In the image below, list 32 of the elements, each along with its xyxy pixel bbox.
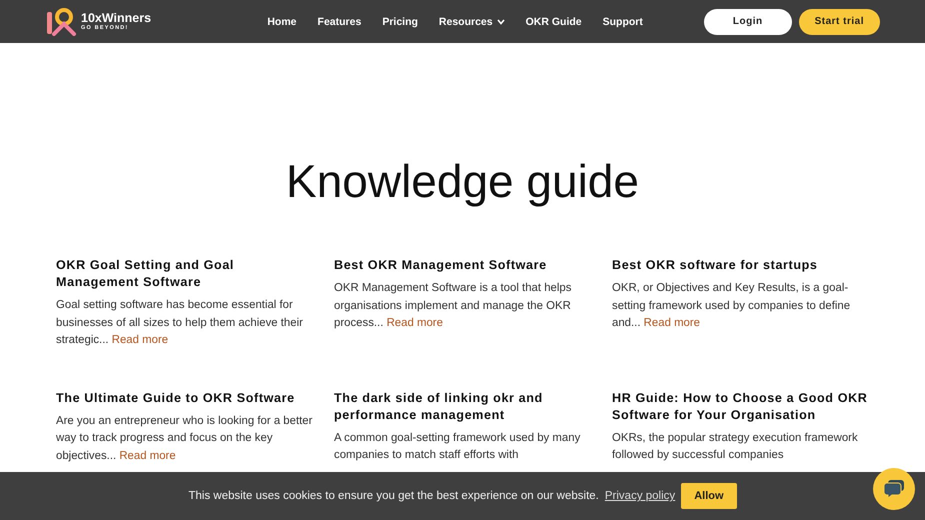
cookie-message: This website uses cookies to ensure you get the best experience on our website. xyxy=(188,490,599,502)
logo-icon xyxy=(45,8,77,36)
article-title[interactable]: The dark side of linking okr and performance management xyxy=(334,390,594,424)
read-more-link[interactable]: Read more xyxy=(386,317,443,329)
article-excerpt: A common goal-setting framework used by many companies to match staff efforts with xyxy=(334,430,582,463)
start-trial-button[interactable]: Start trial xyxy=(798,8,880,34)
article-excerpt: OKR Management Software is a tool that helps organisations implement and manage the OKR process... Read more xyxy=(334,281,572,331)
nav-link[interactable]: Features xyxy=(318,16,362,28)
nav-link[interactable]: OKR Guide xyxy=(526,16,582,28)
page-title: Knowledge guide xyxy=(285,154,640,209)
read-more-link[interactable]: Read more xyxy=(112,334,168,346)
read-more-link[interactable]: Read more xyxy=(644,317,700,329)
article-excerpt: Goal setting software has become essential for businesses of all sizes to help them achieve their strategic... Read more xyxy=(56,298,304,348)
chevron-down-icon xyxy=(496,18,505,24)
article-title[interactable]: The Ultimate Guide to OKR Software xyxy=(56,390,316,406)
login-button[interactable]: Login xyxy=(704,8,792,34)
nav-link[interactable]: Home xyxy=(267,16,297,28)
article-excerpt: Are you an entrepreneur who is looking for a better way to track progress and focus on the key objectives... Read more xyxy=(56,414,314,464)
read-more-link[interactable]: Read more xyxy=(119,450,176,462)
privacy-policy-link[interactable]: Privacy policy xyxy=(604,490,676,502)
nav-link[interactable]: Resources xyxy=(438,16,505,28)
article-excerpt: OKRs, the popular strategy execution framework followed by successful companies xyxy=(612,430,859,463)
chat-icon xyxy=(883,479,905,499)
nav-link[interactable]: Support xyxy=(602,16,643,28)
article-title[interactable]: OKR Goal Setting and Goal Management Software xyxy=(56,257,316,291)
allow-button[interactable]: Allow xyxy=(681,483,737,509)
article-title[interactable]: Best OKR Management Software xyxy=(334,257,594,274)
nav-link[interactable]: Pricing xyxy=(382,16,418,28)
article-title[interactable]: Best OKR software for startups xyxy=(612,257,872,274)
article-excerpt: OKR, or Objectives and Key Results, is a goal-setting framework used by companies to define and... Read more xyxy=(612,281,852,331)
article-title[interactable]: HR Guide: How to Choose a Good OKR Software for Your Organisation xyxy=(612,390,872,424)
logo-name: 10xWinners xyxy=(81,12,152,24)
